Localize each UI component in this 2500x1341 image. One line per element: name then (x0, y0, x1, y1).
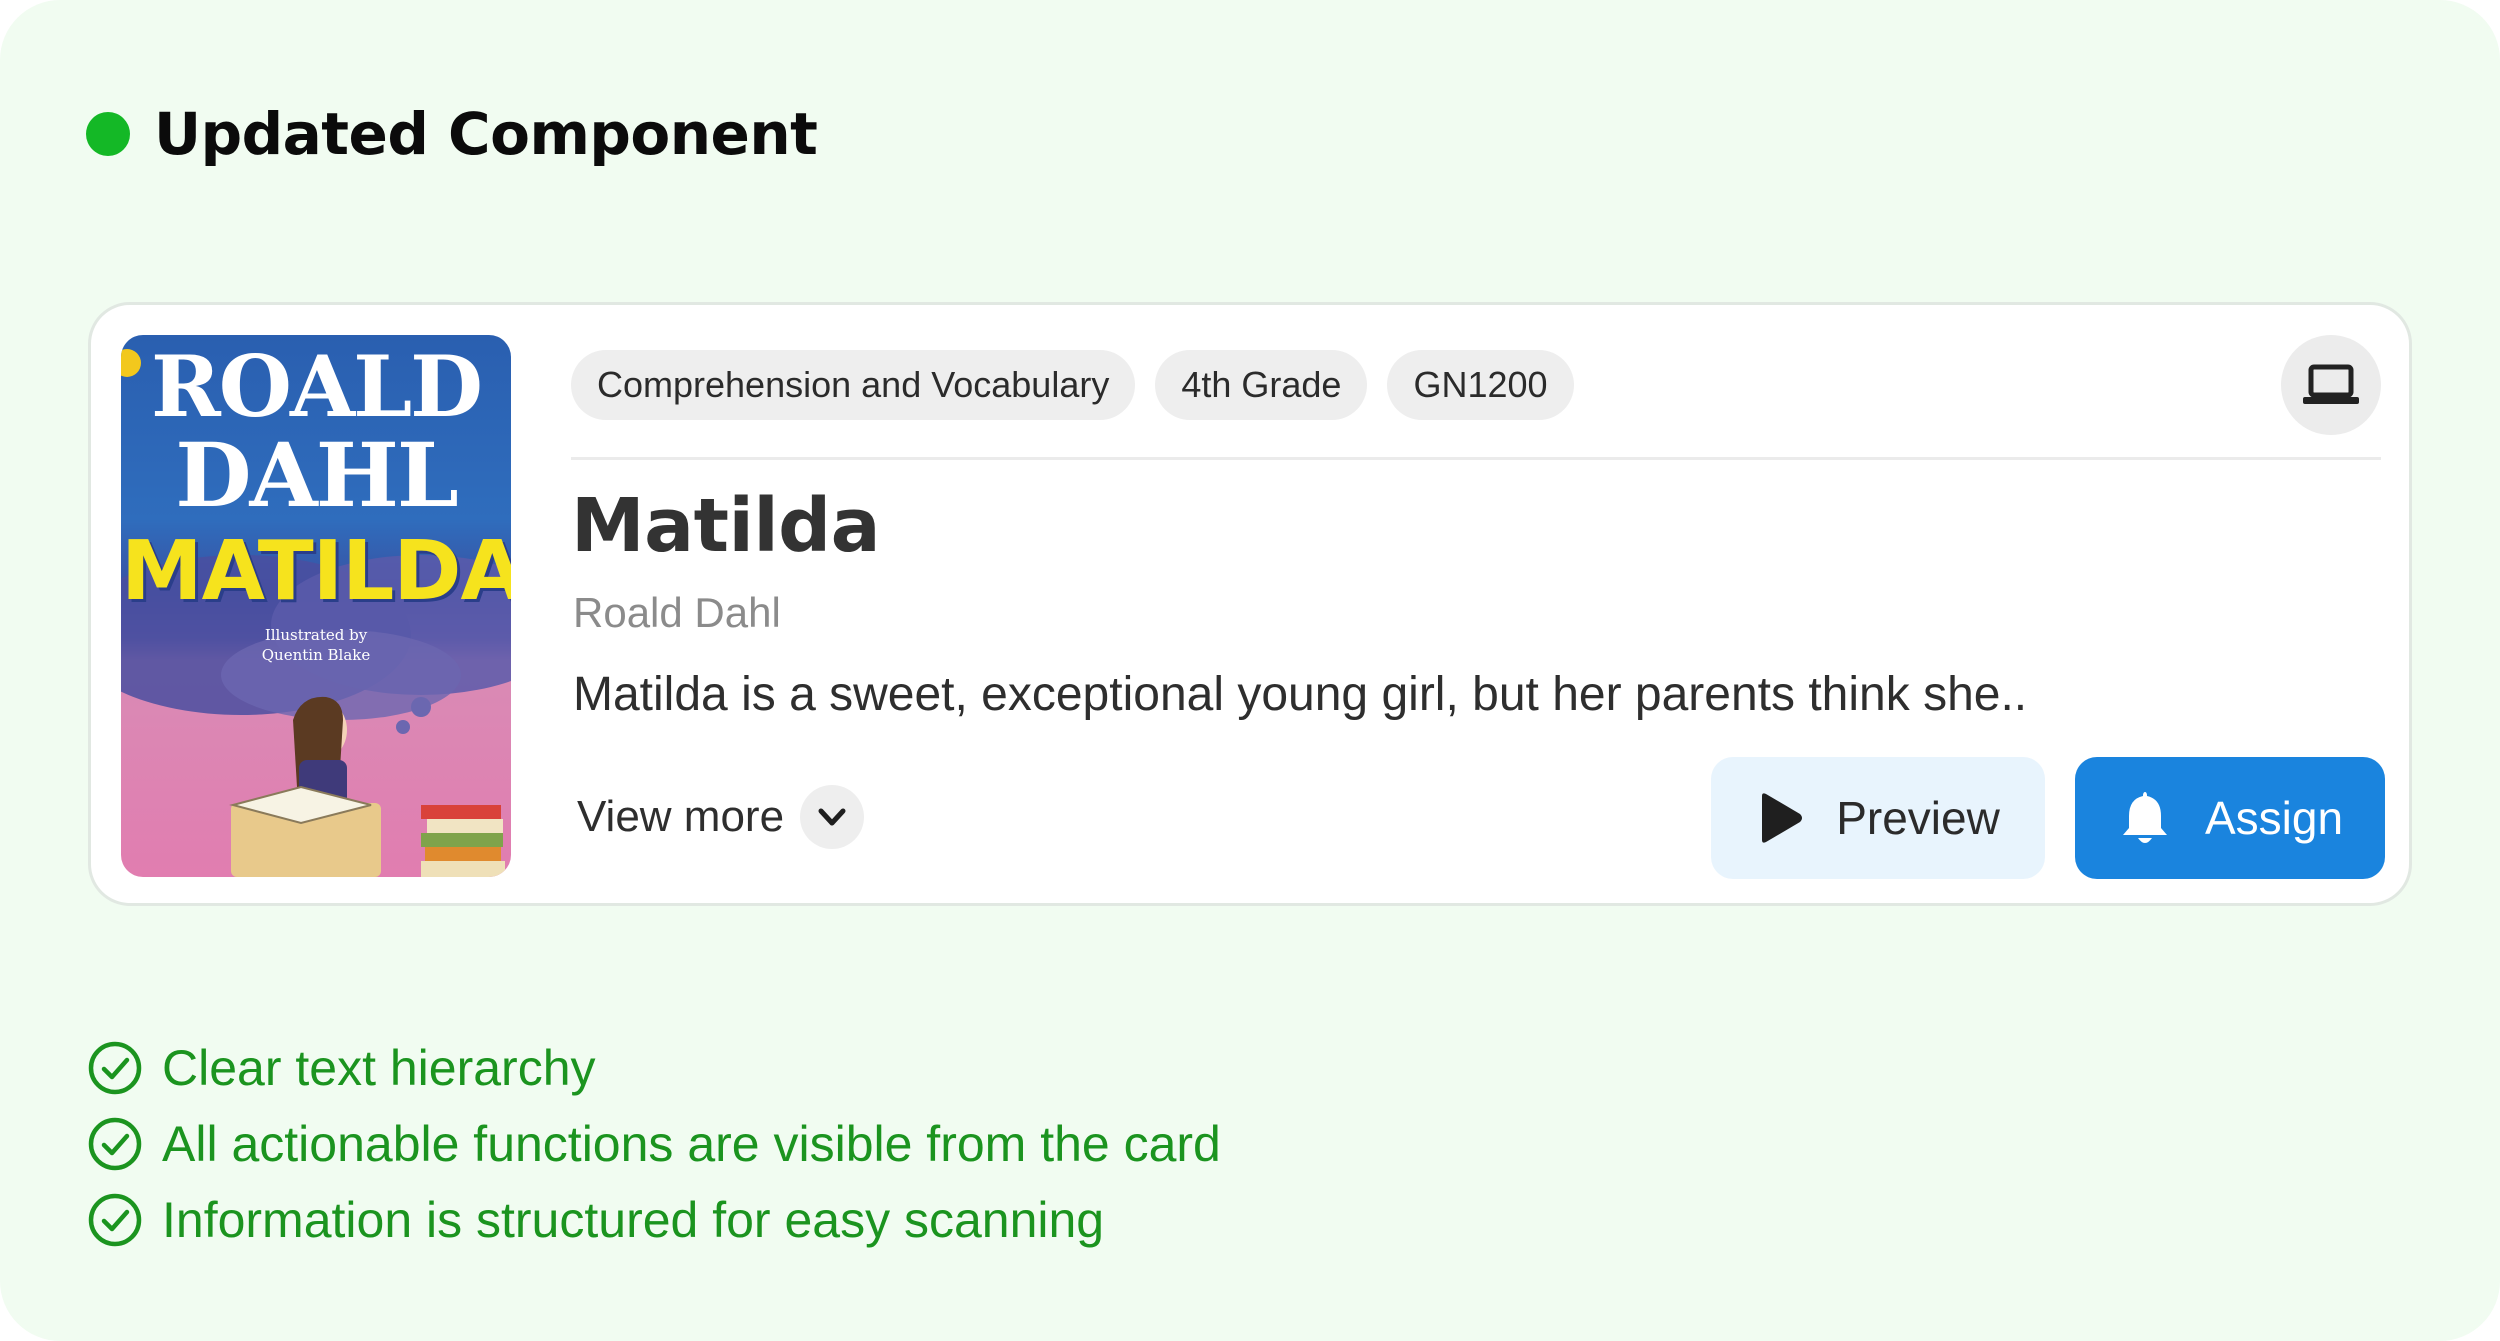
assign-label: Assign (2204, 792, 2344, 844)
device-button[interactable] (2281, 335, 2381, 435)
cover-author-first: ROALD (150, 337, 483, 436)
cover-illustrator-name: Quentin Blake (261, 646, 371, 664)
list-item: Information is structured for easy scann… (86, 1182, 1221, 1258)
tag-list: Comprehension and Vocabulary 4th Grade G… (571, 350, 1574, 420)
book-title: Matilda (571, 483, 881, 569)
book-card[interactable]: ROALD DAHL MATILDA Illustrated by Quenti… (88, 302, 2412, 906)
preview-button[interactable]: Preview (1711, 757, 2045, 879)
section-heading: Updated Component (86, 98, 818, 170)
list-item: All actionable functions are visible fro… (86, 1106, 1221, 1182)
checklist-text: Clear text hierarchy (162, 1040, 596, 1096)
cover-author-last: DAHL (175, 423, 459, 527)
check-circle-icon (88, 1041, 142, 1095)
book-cover-image: ROALD DAHL MATILDA Illustrated by Quenti… (121, 335, 511, 877)
book-author: Roald Dahl (573, 589, 781, 636)
check-circle-icon (88, 1117, 142, 1171)
benefits-checklist: Clear text hierarchy All actionable func… (86, 1030, 1221, 1258)
tag-level[interactable]: GN1200 (1387, 350, 1574, 420)
laptop-icon (2303, 364, 2359, 404)
tag-grade[interactable]: 4th Grade (1155, 350, 1368, 420)
component-panel: Updated Component ROALD DAHL MATILDA Ill… (0, 0, 2500, 1341)
view-more-label: View more (577, 792, 785, 841)
preview-label: Preview (1836, 792, 2000, 844)
view-more-toggle[interactable]: View more (577, 785, 865, 849)
chevron-down-icon (800, 785, 865, 849)
section-title: Updated Component (154, 100, 818, 168)
checklist-text: Information is structured for easy scann… (162, 1192, 1105, 1248)
status-dot (86, 112, 130, 156)
check-circle-icon (88, 1193, 142, 1247)
cover-title: MATILDA (121, 524, 511, 619)
list-item: Clear text hierarchy (86, 1030, 1221, 1106)
cover-illustrator: Illustrated by Quentin Blake (121, 625, 511, 665)
bell-icon (2122, 792, 2167, 843)
checklist-text: All actionable functions are visible fro… (162, 1116, 1221, 1172)
cover-illustrator-label: Illustrated by (264, 626, 368, 644)
assign-button[interactable]: Assign (2075, 757, 2385, 879)
tag-subject[interactable]: Comprehension and Vocabulary (571, 350, 1136, 420)
book-description: Matilda is a sweet, exceptional young gi… (573, 668, 2028, 721)
play-icon (1762, 793, 1803, 843)
card-divider (571, 457, 2381, 460)
